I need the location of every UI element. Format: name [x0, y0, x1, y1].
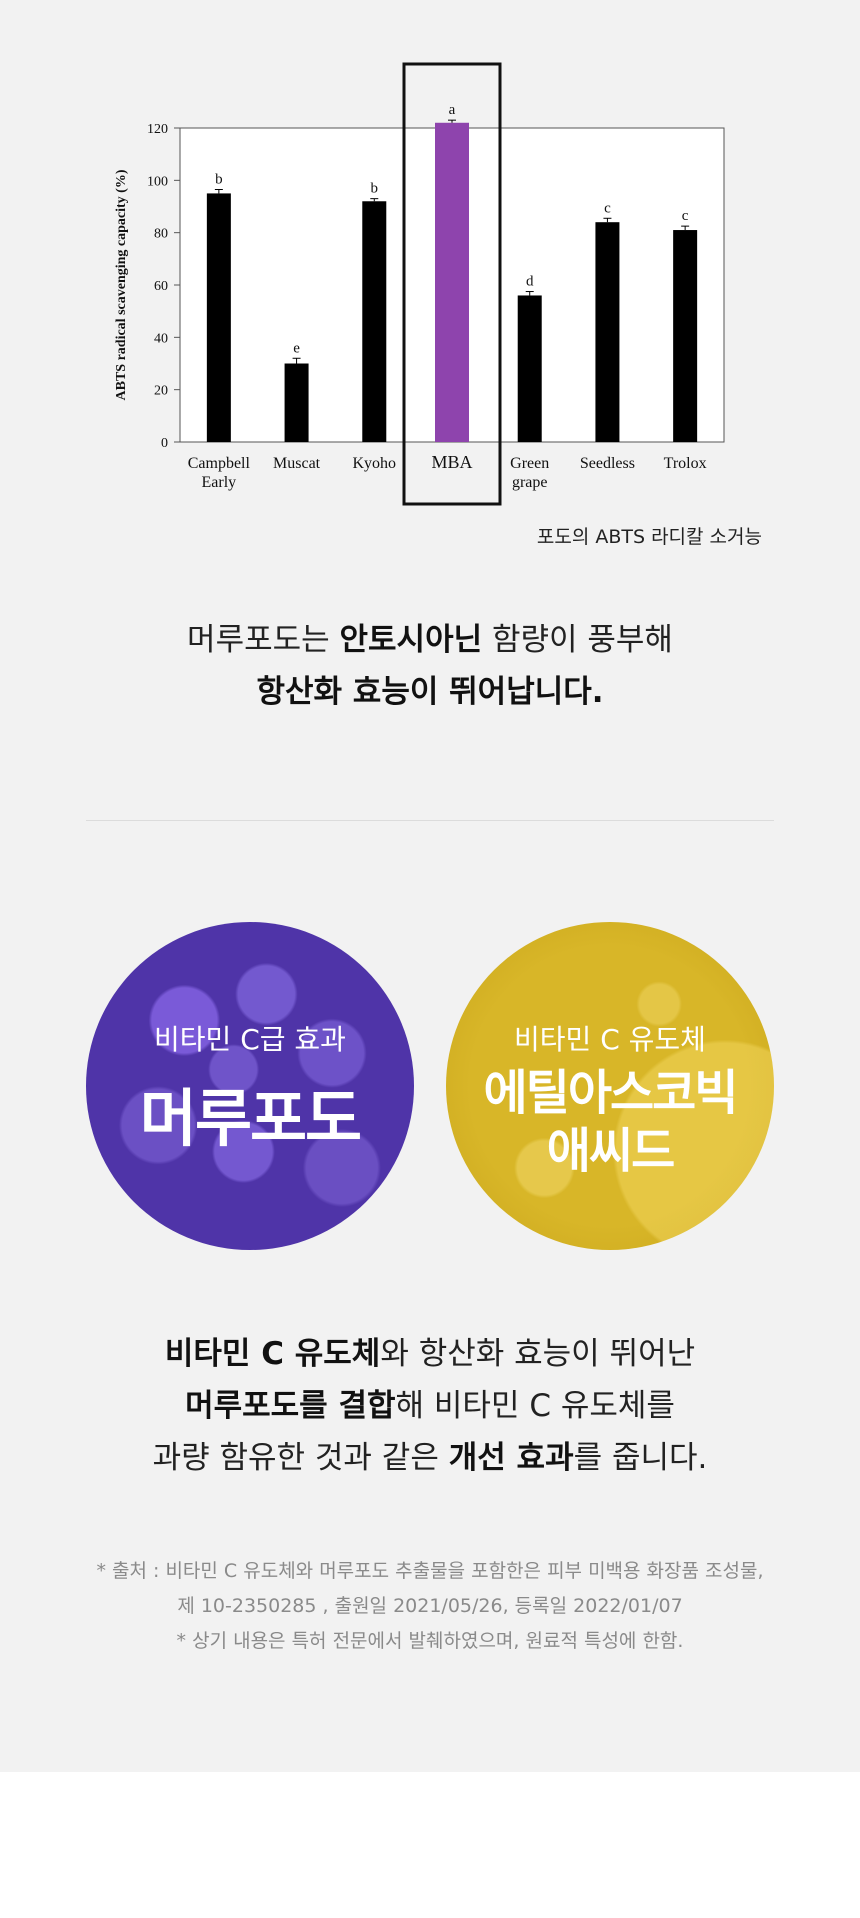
y-tick-label: 100: [147, 174, 168, 189]
bar-4: [517, 295, 542, 442]
gold-circle-title: 에틸아스코빅 애씨드: [446, 1064, 774, 1180]
headline-bold-text: 개선 효과: [448, 1440, 574, 1476]
gold-circle-title-line-1: 에틸아스코빅: [483, 1065, 739, 1121]
grape-circle-title: 머루포도: [139, 1082, 362, 1155]
x-tick-label: grape: [512, 474, 548, 491]
x-tick-label: Trolox: [664, 455, 707, 472]
footnote-line-3: * 상기 내용은 특허 전문에서 발췌하였으며, 원료적 특성에 한함.: [176, 1630, 684, 1652]
headline-line-1: 머루포도는 안토시아닌 함량이 풍부해: [0, 614, 860, 666]
headline-text: 해 비타민 C 유도체를: [395, 1388, 675, 1424]
x-tick-label: Muscat: [273, 455, 321, 472]
grape-circle-subtitle: 비타민 C급 효과: [154, 1023, 346, 1056]
source-footnote: * 출처 : 비타민 C 유도체와 머루포도 추출물을 포함한은 피부 미백용 …: [0, 1554, 860, 1659]
footnote-line-2: 제 10-2350285 , 출원일 2021/05/26, 등록일 2022/…: [177, 1595, 683, 1617]
headline-bold-text: 안토시아닌: [339, 622, 483, 658]
x-tick-label: Green: [510, 455, 549, 472]
abts-chart: 0 20 40 60 80 100 120 ABTS radical scavenging c…: [0, 0, 860, 560]
grape-circle-image: 비타민 C급 효과 머루포도: [86, 922, 414, 1250]
bar-3: [435, 122, 469, 443]
footnote-line-1: * 출처 : 비타민 C 유도체와 머루포도 추출물을 포함한은 피부 미백용 …: [96, 1560, 764, 1582]
gold-circle-subtitle: 비타민 C 유도체: [514, 1023, 706, 1056]
gold-circle-title-line-2: 애씨드: [546, 1123, 675, 1179]
headline-line-2: 항산화 효능이 뛰어납니다.: [0, 666, 860, 718]
y-tick-label: 60: [154, 279, 168, 294]
section-divider: [86, 820, 774, 821]
significance-letter: d: [526, 274, 534, 290]
headline-bold-text: 머루포도를 결합: [185, 1388, 396, 1424]
headline-text: 과량 함유한 것과 같은: [152, 1440, 449, 1476]
significance-letter: c: [604, 200, 611, 216]
chart-caption: 포도의 ABTS 라디칼 소거능: [536, 526, 762, 548]
y-tick-label: 80: [154, 227, 168, 242]
x-tick-label: Campbell: [188, 455, 251, 472]
abts-bar-chart: 0 20 40 60 80 100 120 ABTS radical scavenging c…: [114, 62, 725, 506]
significance-letter: e: [293, 340, 300, 356]
headline-line-3: 과량 함유한 것과 같은 개선 효과를 줍니다.: [0, 1432, 860, 1484]
significance-letter: a: [449, 102, 456, 118]
x-tick-label: Kyoho: [353, 455, 397, 472]
bar-1: [284, 363, 309, 442]
headline-bold-text: 항산화 효능이 뛰어납니다.: [256, 674, 604, 710]
significance-letter: c: [682, 208, 689, 224]
antioxidant-headline: 머루포도는 안토시아닌 함량이 풍부해 항산화 효능이 뛰어납니다.: [0, 614, 860, 718]
significance-letter: b: [371, 181, 379, 197]
headline-line-2: 머루포도를 결합해 비타민 C 유도체를: [0, 1380, 860, 1432]
headline-line-1: 비타민 C 유도체와 항산화 효능이 뛰어난: [0, 1328, 860, 1380]
y-tick-label: 20: [154, 384, 168, 399]
significance-letter: b: [215, 171, 223, 187]
headline-text: 함량이 풍부해: [482, 622, 673, 658]
x-tick-label: MBA: [431, 452, 472, 472]
x-tick-label: Early: [202, 474, 237, 491]
headline-bold-text: 비타민 C 유도체: [164, 1336, 381, 1372]
y-tick-label: 40: [154, 331, 168, 346]
y-axis-label: ABTS radical scavenging capacity (%): [114, 169, 129, 400]
headline-text: 와 항산화 효능이 뛰어난: [380, 1336, 696, 1372]
bar-0: [206, 193, 231, 442]
bar-6: [673, 230, 698, 442]
bar-5: [595, 222, 620, 442]
x-tick-label: Seedless: [580, 455, 635, 472]
y-tick-label: 0: [161, 436, 168, 451]
y-tick-label: 120: [147, 122, 168, 137]
headline-text: 를 줍니다.: [573, 1440, 708, 1476]
bar-2: [362, 201, 387, 442]
combination-headline: 비타민 C 유도체와 항산화 효능이 뛰어난 머루포도를 결합해 비타민 C 유…: [0, 1328, 860, 1484]
ethyl-ascorbic-circle-image: 비타민 C 유도체 에틸아스코빅 애씨드: [446, 922, 774, 1250]
headline-text: 머루포도는: [187, 622, 340, 658]
